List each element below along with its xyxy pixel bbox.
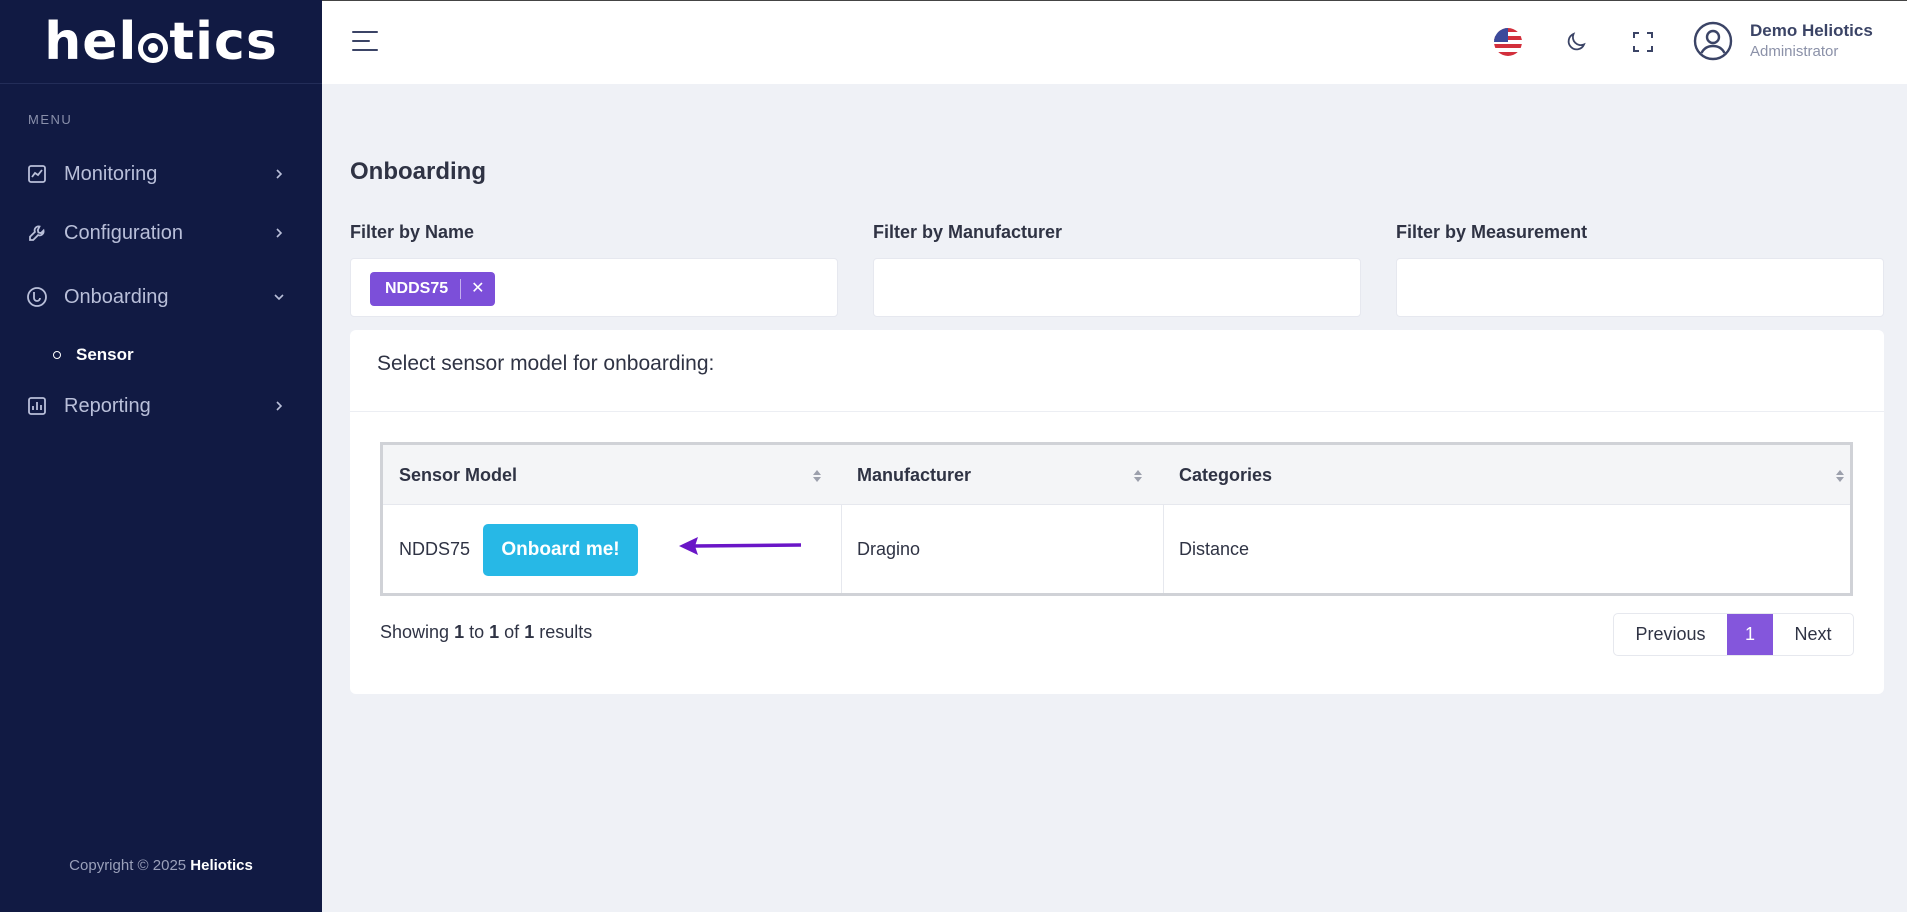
user-role: Administrator: [1750, 43, 1839, 60]
table-header: [383, 445, 1850, 505]
page-1-button[interactable]: 1: [1727, 614, 1773, 655]
sidebar-item-monitoring[interactable]: Monitoring: [0, 152, 322, 196]
column-header-manufacturer[interactable]: Manufacturer: [857, 445, 971, 505]
sidebar-subitem-label: Sensor: [76, 345, 134, 364]
bullet-icon: [53, 351, 61, 359]
filter-measurement-label: Filter by Measurement: [1396, 222, 1588, 242]
top-header: Demo Heliotics Administrator: [322, 0, 1907, 84]
sort-icon[interactable]: [1835, 469, 1845, 483]
filter-manufacturer-input[interactable]: [873, 258, 1361, 317]
dark-mode-toggle[interactable]: [1560, 26, 1592, 58]
sensor-model-card: Select sensor model for onboarding: Sens…: [350, 330, 1884, 694]
bar-chart-icon: [26, 395, 48, 417]
cell-manufacturer: Dragino: [857, 538, 921, 559]
logo-text-start: hel: [44, 11, 138, 72]
fullscreen-button[interactable]: [1627, 26, 1659, 58]
user-circle-icon: [1693, 21, 1733, 61]
sensor-table: Sensor Model Manufacturer Categories NDD…: [380, 442, 1853, 596]
logo-globe-icon: [138, 32, 169, 63]
wrench-icon: [26, 222, 48, 244]
previous-page-button[interactable]: Previous: [1614, 614, 1727, 655]
cell-sensor-model: NDDS75: [399, 538, 471, 559]
column-header-categories[interactable]: Categories: [1179, 445, 1272, 505]
sidebar-item-label: Reporting: [64, 394, 151, 417]
tag-separator: [460, 279, 462, 299]
filter-manufacturer-label: Filter by Manufacturer: [873, 222, 1063, 242]
column-divider: [1163, 505, 1164, 593]
chevron-down-icon: [272, 290, 286, 304]
pagination-info: Showing 1 to 1 of 1 results: [380, 622, 593, 642]
onboard-button[interactable]: Onboard me!: [483, 524, 638, 576]
hamburger-menu-icon[interactable]: [352, 31, 378, 53]
pagination: Previous 1 Next: [1613, 613, 1854, 656]
user-avatar[interactable]: [1692, 20, 1734, 62]
copyright-brand: Heliotics: [190, 857, 253, 874]
menu-section-label: MENU: [28, 112, 73, 127]
fullscreen-icon: [1633, 32, 1653, 52]
us-flag-icon: [1494, 28, 1522, 56]
page-title: Onboarding: [350, 158, 486, 185]
filter-measurement-input[interactable]: [1396, 258, 1884, 317]
user-name[interactable]: Demo Heliotics: [1750, 21, 1873, 41]
logo-wordmark: hel tics: [44, 12, 278, 72]
filter-name-label: Filter by Name: [350, 222, 475, 242]
remove-tag-icon[interactable]: ✕: [471, 281, 484, 297]
sidebar-item-reporting[interactable]: Reporting: [0, 384, 322, 428]
column-divider: [841, 505, 842, 593]
sidebar-item-label: Onboarding: [64, 285, 169, 308]
cell-categories: Distance: [1179, 538, 1250, 559]
chevron-right-icon: [272, 399, 286, 413]
card-title: Select sensor model for onboarding:: [377, 352, 715, 375]
chevron-right-icon: [272, 226, 286, 240]
language-selector[interactable]: [1492, 26, 1524, 58]
sidebar-item-label: Monitoring: [64, 162, 158, 185]
next-page-button[interactable]: Next: [1773, 614, 1853, 655]
filter-name-input[interactable]: NDDS75 ✕: [350, 258, 838, 317]
chart-icon: [26, 163, 48, 185]
filter-tag: NDDS75 ✕: [370, 272, 495, 306]
filter-tag-label: NDDS75: [385, 280, 449, 297]
sidebar-item-label: Configuration: [64, 221, 183, 244]
chevron-right-icon: [272, 167, 286, 181]
sort-icon[interactable]: [812, 469, 822, 483]
logo[interactable]: hel tics: [0, 0, 322, 84]
sidebar-item-onboarding[interactable]: Onboarding: [0, 275, 322, 319]
sort-icon[interactable]: [1133, 469, 1143, 483]
copyright-text: Copyright © 2025: [69, 857, 187, 874]
column-header-sensor-model[interactable]: Sensor Model: [399, 445, 517, 505]
sidebar-item-configuration[interactable]: Configuration: [0, 211, 322, 255]
divider: [350, 411, 1884, 412]
logo-text-end: tics: [169, 11, 278, 72]
moon-icon: [1567, 32, 1586, 51]
sidebar: hel tics MENU Monitoring Configuration On…: [0, 0, 322, 912]
annotation-arrow-icon: [679, 537, 802, 555]
copyright: Copyright © 2025 Heliotics: [0, 857, 322, 874]
onboarding-icon: [26, 286, 48, 308]
sidebar-subitem-sensor[interactable]: Sensor: [0, 338, 322, 372]
